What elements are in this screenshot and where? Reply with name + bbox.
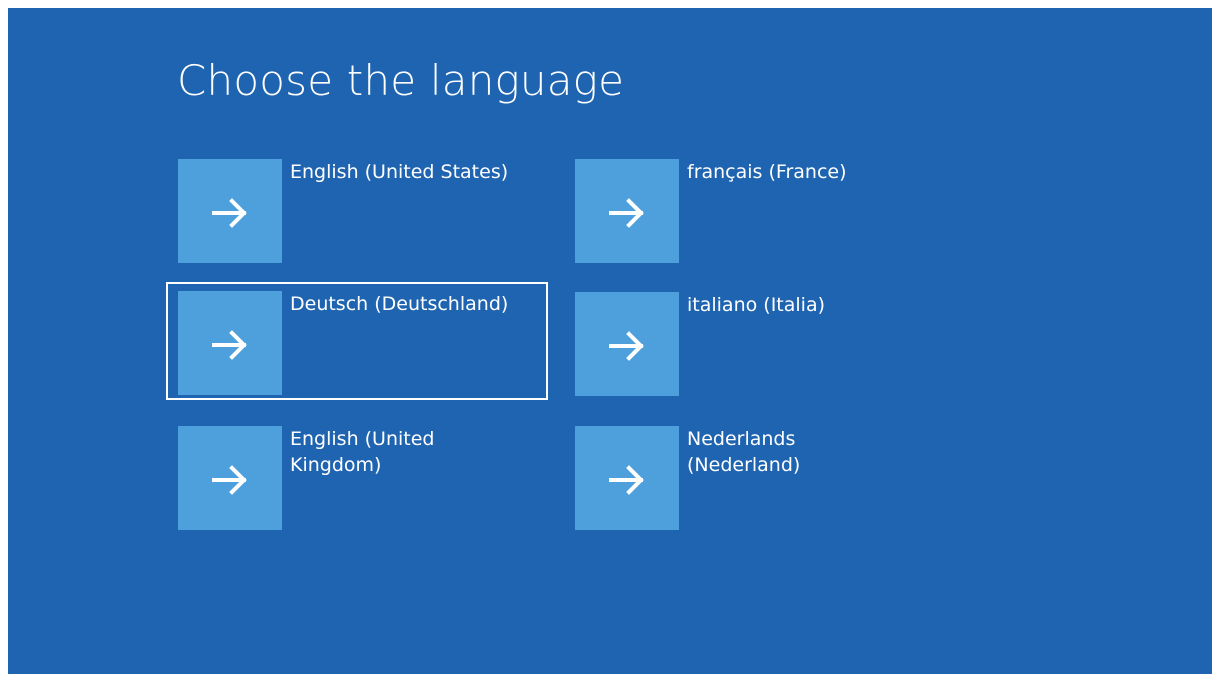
language-label: English (United Kingdom) [290,428,435,476]
language-tile[interactable] [575,426,679,530]
language-label: Deutsch (Deutschland) [290,293,509,315]
arrow-right-icon [609,198,644,228]
language-tile[interactable] [575,292,679,396]
language-option-english-united-kingdom[interactable]: English (United Kingdom) [166,417,548,535]
language-tile[interactable] [178,426,282,530]
language-label: français (France) [687,161,847,183]
language-tile[interactable] [575,159,679,263]
language-tile[interactable] [178,291,282,395]
language-option-italiano-italia[interactable]: italiano (Italia) [563,283,945,401]
page-title: Choose the language [177,56,625,105]
arrow-right-icon [609,331,644,361]
language-list: English (United States) Deutsch (Deutsch… [166,150,966,550]
arrow-right-icon [609,465,644,495]
language-option-deutsch-deutschland[interactable]: Deutsch (Deutschland) [166,282,548,400]
language-label: Nederlands (Nederland) [687,428,801,476]
language-label: italiano (Italia) [687,294,826,316]
language-option-nederlands-nederland[interactable]: Nederlands (Nederland) [563,417,945,535]
arrow-right-icon [212,330,247,360]
language-tile[interactable] [178,159,282,263]
language-option-francais-france[interactable]: français (France) [563,150,945,268]
language-label: English (United States) [290,161,509,183]
arrow-right-icon [212,198,247,228]
language-selection-screen: Choose the language English (United Stat… [8,8,1212,674]
language-option-english-united-states[interactable]: English (United States) [166,150,548,268]
arrow-right-icon [212,465,247,495]
